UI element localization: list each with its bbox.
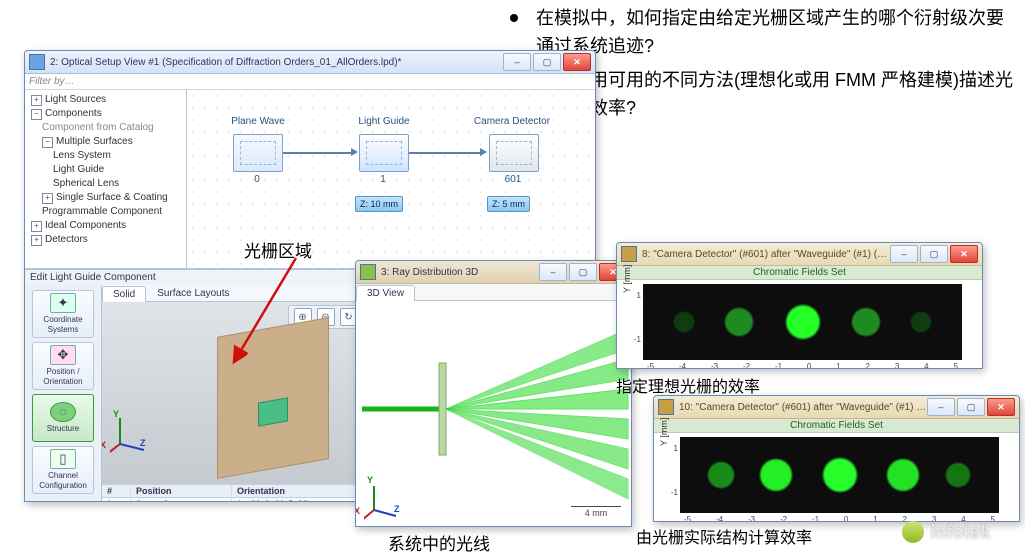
cam2-plot[interactable] [680, 437, 999, 513]
maximize-button[interactable]: ▢ [957, 398, 985, 416]
maximize-button[interactable]: ▢ [920, 245, 948, 263]
ray-distribution-window[interactable]: 3: Ray Distribution 3D – ▢ ✕ 3D View [355, 260, 632, 527]
node-label-plane-wave: Plane Wave [213, 116, 303, 127]
app-icon [29, 54, 45, 70]
cam1-title: 8: "Camera Detector" (#601) after "Waveg… [642, 249, 890, 260]
diffraction-spot [785, 304, 821, 340]
diffraction-spot [822, 457, 858, 493]
tree-detectors[interactable]: Detectors [45, 234, 88, 245]
tree-multi-surfaces[interactable]: Multiple Surfaces [56, 136, 133, 147]
diffraction-spot [759, 458, 793, 492]
bullet-dot [510, 14, 518, 22]
tool-label-coord: Coordinate Systems [33, 315, 93, 335]
callout-arrow [224, 252, 304, 377]
diffraction-spot [910, 311, 932, 333]
side-toolbox: ✦ Coordinate Systems ✥ Position / Orient… [25, 285, 102, 502]
diffraction-spot [886, 458, 920, 492]
ray-3d-view[interactable]: YXZ 4 mm [356, 301, 631, 526]
diffraction-spot [945, 462, 971, 488]
cam2-title: 10: "Camera Detector" (#601) after "Wave… [679, 402, 927, 413]
cam2-ytick-bot: -1 [666, 488, 678, 497]
node-idx-0: 0 [233, 174, 281, 185]
cam1-xticks: -5-4-3 -2-10 123 45 [617, 362, 982, 369]
cam1-ytick-bot: -1 [629, 335, 641, 344]
component-tree[interactable]: +Light Sources −Components Component fro… [25, 90, 187, 268]
filter-input[interactable]: Filter by… [29, 76, 75, 87]
ray-scale-bar: 4 mm [571, 506, 621, 518]
ray-tab-3d-view[interactable]: 3D View [356, 285, 415, 301]
bullet-2: 如何使用可用的不同方法(理想化或用 FMM 严格建模)描述光栅阶的效率? [536, 66, 1015, 122]
diffraction-spot [851, 307, 881, 337]
brand-logo: infotek [902, 521, 991, 543]
ray-window-title: 3: Ray Distribution 3D [381, 267, 539, 278]
tool-position-orientation[interactable]: ✥ Position / Orientation [32, 342, 94, 390]
cam1-caption: 指定理想光栅的效率 [616, 373, 760, 397]
tab-solid[interactable]: Solid [102, 286, 146, 302]
axis-gizmo: YXZ [110, 414, 150, 454]
close-button[interactable]: ✕ [987, 398, 1015, 416]
node-camera-detector[interactable] [489, 134, 539, 172]
diffraction-spot [673, 311, 695, 333]
node-label-camera: Camera Detector [467, 116, 557, 127]
cam2-ylabel: Y [mm] [659, 418, 669, 446]
tree-spherical-lens[interactable]: Spherical Lens [53, 178, 119, 189]
brand-text: infotek [931, 522, 991, 543]
cam2-ytick-top: 1 [666, 444, 678, 453]
camera-detector-window-2[interactable]: 10: "Camera Detector" (#601) after "Wave… [653, 395, 1020, 522]
callout-rays-in-system: 系统中的光线 [388, 530, 490, 555]
cam1-plot[interactable] [643, 284, 962, 360]
tree-light-sources[interactable]: Light Sources [45, 94, 106, 105]
cam1-ytick-top: 1 [629, 291, 641, 300]
cam-app-icon [658, 399, 674, 415]
close-button[interactable]: ✕ [950, 245, 978, 263]
tree-single-surface[interactable]: Single Surface & Coating [56, 192, 168, 203]
tree-lens-system[interactable]: Lens System [53, 150, 111, 161]
ray-axis-gizmo: YXZ [364, 480, 404, 520]
diffraction-spot [724, 307, 754, 337]
tree-ideal[interactable]: Ideal Components [45, 220, 126, 231]
diffraction-spot [707, 461, 735, 489]
maximize-button[interactable]: ▢ [569, 263, 597, 281]
wechat-icon [902, 521, 924, 543]
tree-light-guide[interactable]: Light Guide [53, 164, 104, 175]
callout-grating-region: 光栅区域 [244, 237, 312, 262]
tool-label-pos: Position / Orientation [33, 367, 93, 387]
node-idx-601: 601 [489, 174, 537, 185]
cam2-subtitle: Chromatic Fields Set [654, 419, 1019, 433]
window-title: 2: Optical Setup View #1 (Specification … [50, 57, 503, 68]
cam2-caption: 由光栅实际结构计算效率 [636, 524, 812, 548]
distance-chip-1[interactable]: Z: 10 mm [355, 196, 403, 212]
maximize-button[interactable]: ▢ [533, 53, 561, 71]
distance-chip-2[interactable]: Z: 5 mm [487, 196, 530, 212]
tool-channel-config[interactable]: ▯ Channel Configuration [32, 446, 94, 494]
tree-components[interactable]: Components [45, 108, 102, 119]
tool-structure[interactable]: ◌ Structure [32, 394, 94, 442]
tree-catalog[interactable]: Component from Catalog [42, 122, 154, 133]
tree-programmable[interactable]: Programmable Component [42, 206, 162, 217]
minimize-button[interactable]: – [539, 263, 567, 281]
tool-label-channel: Channel Configuration [33, 471, 93, 491]
minimize-button[interactable]: – [890, 245, 918, 263]
tool-label-struct: Structure [47, 424, 79, 434]
minimize-button[interactable]: – [927, 398, 955, 416]
cam1-subtitle: Chromatic Fields Set [617, 266, 982, 280]
close-button[interactable]: ✕ [563, 53, 591, 71]
node-light-guide[interactable] [359, 134, 409, 172]
tool-coordinate-systems[interactable]: ✦ Coordinate Systems [32, 290, 94, 338]
grating-region-patch[interactable] [258, 397, 288, 426]
bullet-1: 在模拟中，如何指定由给定光栅区域产生的哪个衍射级次要通过系统追迹? [536, 4, 1015, 60]
ray-app-icon [360, 264, 376, 280]
cam1-ylabel: Y [mm] [622, 265, 632, 293]
node-label-light-guide: Light Guide [339, 116, 429, 127]
cam-app-icon [621, 246, 637, 262]
camera-detector-window-1[interactable]: 8: "Camera Detector" (#601) after "Waveg… [616, 242, 983, 369]
minimize-button[interactable]: – [503, 53, 531, 71]
node-idx-1: 1 [359, 174, 407, 185]
node-plane-wave[interactable] [233, 134, 283, 172]
